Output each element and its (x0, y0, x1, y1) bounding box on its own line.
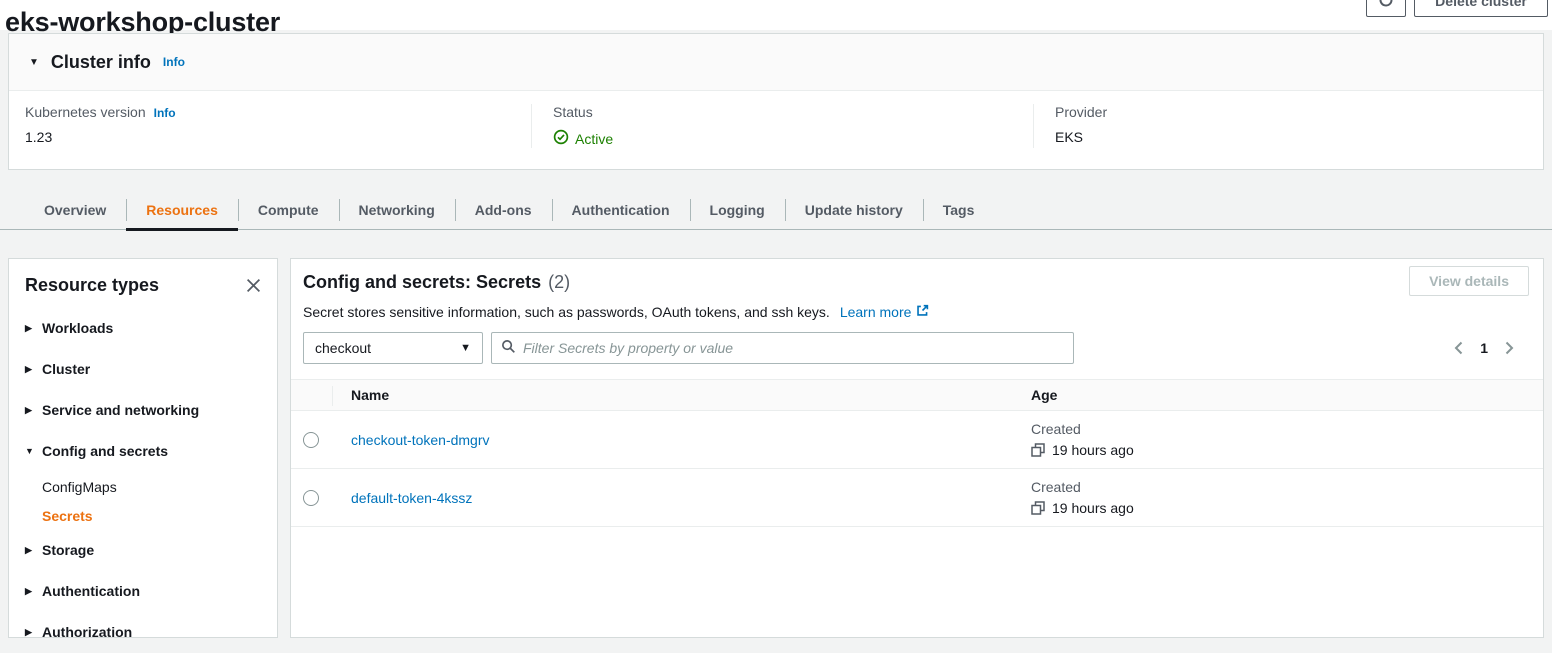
tab-tags[interactable]: Tags (923, 190, 995, 230)
row-select-radio[interactable] (303, 432, 319, 448)
age-created-label: Created (1031, 479, 1543, 495)
chevron-right-icon: ▶ (25, 627, 34, 638)
kubernetes-version-value: 1.23 (25, 129, 531, 145)
kubernetes-version-info-link[interactable]: Info (154, 106, 176, 120)
sidebar-item-secrets[interactable]: Secrets (9, 501, 277, 530)
column-header-name[interactable]: Name (333, 387, 1031, 403)
resource-types-title: Resource types (25, 275, 159, 296)
search-input[interactable] (523, 340, 1064, 356)
secret-name-link[interactable]: default-token-4kssz (351, 490, 472, 506)
learn-more-link[interactable]: Learn more (840, 304, 930, 320)
secret-name-link[interactable]: checkout-token-dmgrv (351, 432, 490, 448)
age-value: 19 hours ago (1052, 442, 1134, 458)
secrets-panel: Config and secrets: Secrets (2) View det… (290, 258, 1544, 638)
delete-cluster-button[interactable]: Delete cluster (1414, 0, 1548, 17)
pagination: 1 (1453, 340, 1515, 356)
sidebar-item-service-and-networking[interactable]: ▶ Service and networking (9, 390, 277, 431)
collapse-caret-icon[interactable]: ▼ (29, 57, 39, 68)
cluster-info-info-link[interactable]: Info (163, 55, 185, 69)
tab-logging[interactable]: Logging (690, 190, 785, 230)
resource-types-list: ▶ Workloads ▶ Cluster ▶ Service and netw… (9, 308, 277, 653)
tab-compute[interactable]: Compute (238, 190, 339, 230)
status-value: Active (575, 131, 613, 147)
search-box (491, 332, 1074, 364)
status-active-icon (553, 129, 569, 148)
secrets-heading: Config and secrets: Secrets (303, 272, 541, 293)
status-field: Status Active (531, 104, 1033, 148)
search-icon (501, 339, 516, 357)
chevron-down-icon: ▼ (460, 342, 471, 354)
cluster-info-card: ▼ Cluster info Info Kubernetes version I… (8, 33, 1544, 170)
tab-overview[interactable]: Overview (24, 190, 126, 230)
cluster-info-header[interactable]: ▼ Cluster info Info (9, 34, 1543, 91)
row-select-radio[interactable] (303, 490, 319, 506)
sidebar-item-config-and-secrets[interactable]: ▼ Config and secrets (9, 431, 277, 472)
chevron-right-icon: ▶ (25, 586, 34, 597)
tab-authentication[interactable]: Authentication (552, 190, 690, 230)
tab-resources[interactable]: Resources (126, 190, 238, 230)
chevron-right-icon: ▶ (25, 405, 34, 416)
sidebar-item-cluster[interactable]: ▶ Cluster (9, 349, 277, 390)
table-row: default-token-4kssz Created 19 hours ago (291, 469, 1543, 527)
copy-icon[interactable] (1031, 501, 1045, 515)
sidebar-item-authorization[interactable]: ▶ Authorization (9, 612, 277, 653)
age-created-label: Created (1031, 421, 1543, 437)
chevron-right-icon: ▶ (25, 545, 34, 556)
tab-add-ons[interactable]: Add-ons (455, 190, 552, 230)
table-header-row: Name Age (291, 379, 1543, 411)
secrets-table: Name Age checkout-token-dmgrv Created 19… (291, 379, 1543, 527)
secrets-description: Secret stores sensitive information, suc… (303, 304, 830, 320)
sidebar-item-storage[interactable]: ▶ Storage (9, 530, 277, 571)
provider-field: Provider EKS (1033, 104, 1543, 148)
external-link-icon (916, 304, 929, 320)
sidebar-item-configmaps[interactable]: ConfigMaps (9, 472, 277, 501)
filter-type-dropdown[interactable]: checkout ▼ (303, 332, 483, 364)
provider-label: Provider (1055, 104, 1107, 120)
tab-networking[interactable]: Networking (339, 190, 455, 230)
next-page-icon[interactable] (1504, 341, 1515, 355)
tab-update-history[interactable]: Update history (785, 190, 923, 230)
refresh-icon (1378, 0, 1394, 11)
column-header-age[interactable]: Age (1031, 387, 1543, 403)
close-icon[interactable] (246, 278, 261, 293)
previous-page-icon[interactable] (1453, 341, 1464, 355)
provider-value: EKS (1055, 129, 1543, 145)
age-value: 19 hours ago (1052, 500, 1134, 516)
chevron-down-icon: ▼ (25, 446, 34, 456)
header-actions: Delete cluster (1366, 0, 1548, 17)
page-number[interactable]: 1 (1480, 340, 1488, 356)
table-row: checkout-token-dmgrv Created 19 hours ag… (291, 411, 1543, 469)
view-details-button[interactable]: View details (1409, 266, 1529, 296)
filter-type-dropdown-value: checkout (315, 340, 371, 356)
copy-icon[interactable] (1031, 443, 1045, 457)
kubernetes-version-label: Kubernetes version (25, 104, 146, 120)
cluster-info-body: Kubernetes version Info 1.23 Status Acti… (9, 91, 1543, 148)
secrets-count: (2) (548, 272, 570, 293)
cluster-tabs: Overview Resources Compute Networking Ad… (8, 190, 994, 230)
kubernetes-version-field: Kubernetes version Info 1.23 (9, 104, 531, 148)
status-label: Status (553, 104, 593, 120)
chevron-right-icon: ▶ (25, 323, 34, 334)
sidebar-item-workloads[interactable]: ▶ Workloads (9, 308, 277, 349)
refresh-button[interactable] (1366, 0, 1406, 17)
sidebar-item-authentication[interactable]: ▶ Authentication (9, 571, 277, 612)
resource-types-panel: Resource types ▶ Workloads ▶ Cluster ▶ S… (8, 258, 278, 638)
chevron-right-icon: ▶ (25, 364, 34, 375)
cluster-info-title: Cluster info (51, 52, 151, 73)
